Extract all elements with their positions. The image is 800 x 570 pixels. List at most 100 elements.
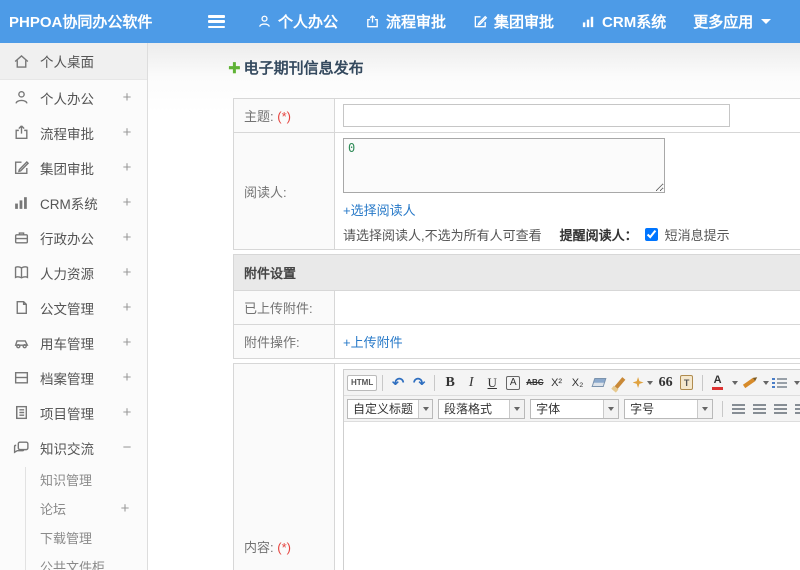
car-icon	[13, 334, 30, 351]
chevron-down-icon[interactable]	[793, 380, 800, 385]
select-label: 字体	[536, 402, 561, 416]
content-label: 内容:	[244, 539, 274, 555]
sidebar-item-label: 档案管理	[40, 371, 94, 387]
sidebar-item-workflow-approval[interactable]: 流程审批 +	[0, 115, 147, 150]
select-dropdown-button[interactable]	[603, 399, 619, 418]
custom-title-select[interactable]: 自定义标题	[347, 398, 433, 419]
ordered-list-icon[interactable]	[770, 373, 790, 393]
expand-plus-icon[interactable]: +	[121, 194, 133, 211]
chevron-down-icon[interactable]	[731, 380, 738, 385]
collapse-minus-icon[interactable]: −	[121, 439, 133, 456]
sidebar-item-vehicle-management[interactable]: 用车管理 +	[0, 325, 147, 360]
font-size-select[interactable]: 字号	[624, 398, 714, 419]
subscript-button[interactable]: X₂	[568, 373, 588, 393]
sidebar-item-personal-office[interactable]: 个人办公 +	[0, 80, 147, 115]
align-center-icon[interactable]	[749, 399, 769, 419]
content-table: 内容: (*) HTML ↶ ↷ B I U A ABC X² X₂ 66 T …	[233, 363, 800, 570]
superscript-button[interactable]: X²	[547, 373, 567, 393]
sidebar-subitem-download-management[interactable]: 下载管理	[0, 523, 147, 552]
sms-reminder-checkbox[interactable]	[644, 228, 658, 241]
bar-chart-icon	[581, 14, 596, 29]
html-source-button[interactable]: HTML	[347, 374, 378, 391]
format-brush-icon[interactable]	[610, 373, 630, 393]
sidebar-item-project-management[interactable]: 项目管理 +	[0, 395, 147, 430]
align-left-icon[interactable]	[728, 399, 748, 419]
expand-plus-icon[interactable]: +	[121, 369, 133, 386]
menu-toggle-icon[interactable]	[208, 15, 225, 28]
select-readers-link[interactable]: +选择阅读人	[343, 203, 416, 218]
sidebar-item-crm-system[interactable]: CRM系统 +	[0, 185, 147, 220]
sidebar-subitem-knowledge-management[interactable]: 知识管理	[0, 465, 147, 494]
select-label: 自定义标题	[353, 402, 414, 416]
briefcase-icon	[13, 229, 30, 246]
select-dropdown-button[interactable]	[697, 399, 713, 418]
strikethrough-button[interactable]: ABC	[524, 373, 545, 393]
undo-icon[interactable]: ↶	[388, 373, 408, 393]
attachment-ops-row: 附件操作: +上传附件	[233, 324, 800, 359]
readers-textarea[interactable]: 0	[343, 138, 665, 193]
topnav-label: 流程审批	[386, 14, 447, 31]
sidebar-item-archive-management[interactable]: 档案管理 +	[0, 360, 147, 395]
bar-chart-icon	[13, 194, 30, 211]
expand-plus-icon[interactable]: +	[121, 159, 133, 176]
font-family-select[interactable]: 字体	[530, 398, 620, 419]
attachment-section-header: 附件设置	[233, 254, 800, 291]
sidebar-item-personal-desktop[interactable]: 个人桌面	[0, 43, 147, 80]
subject-label-cell: 主题: (*)	[233, 98, 335, 133]
notebook-icon	[13, 404, 30, 421]
char-border-button[interactable]: A	[506, 375, 521, 390]
topnav-more-apps[interactable]: 更多应用	[693, 11, 772, 32]
expand-plus-icon[interactable]: +	[121, 404, 133, 421]
sms-reminder-label: 短消息提示	[664, 228, 730, 243]
sidebar-item-human-resources[interactable]: 人力资源 +	[0, 255, 147, 290]
align-right-icon[interactable]	[770, 399, 790, 419]
uploaded-attachments-row: 已上传附件:	[233, 290, 800, 325]
uploaded-label-cell: 已上传附件:	[233, 290, 335, 325]
highlight-pen-icon[interactable]	[739, 373, 759, 393]
paragraph-format-select[interactable]: 段落格式	[438, 398, 526, 419]
select-dropdown-button[interactable]	[509, 399, 525, 418]
app-brand: PHPOA协同办公软件	[9, 14, 153, 31]
expand-plus-icon[interactable]: +	[121, 89, 133, 106]
expand-plus-icon[interactable]: +	[119, 500, 131, 517]
sidebar-item-document-management[interactable]: 公文管理 +	[0, 290, 147, 325]
underline-button[interactable]: U	[482, 373, 502, 393]
bold-button[interactable]: B	[440, 373, 460, 393]
upload-attachment-link[interactable]: +上传附件	[343, 335, 403, 350]
sidebar-item-label: 项目管理	[40, 406, 94, 422]
sidebar-item-admin-office[interactable]: 行政办公 +	[0, 220, 147, 255]
sidebar-item-label: 用车管理	[40, 336, 94, 352]
topnav-crm-system[interactable]: CRM系统	[581, 11, 666, 32]
expand-plus-icon[interactable]: +	[121, 229, 133, 246]
italic-button[interactable]: I	[461, 373, 481, 393]
eraser-icon[interactable]	[589, 373, 609, 393]
font-color-button[interactable]: A	[708, 373, 728, 393]
paste-text-icon[interactable]: T	[680, 375, 694, 390]
editor-content-area[interactable]	[344, 422, 800, 570]
sidebar-item-label: 流程审批	[40, 126, 94, 142]
auto-typeset-icon[interactable]	[631, 373, 655, 393]
app-window: PHPOA协同办公软件 个人办公 流程审批 集团审批 CRM系统 更多应用 个人…	[0, 0, 800, 570]
sidebar-item-label: 集团审批	[40, 161, 94, 177]
remind-readers-label: 提醒阅读人：	[559, 228, 638, 243]
select-dropdown-button[interactable]	[418, 399, 432, 418]
topnav-workflow-approval[interactable]: 流程审批	[365, 11, 446, 32]
expand-plus-icon[interactable]: +	[121, 264, 133, 281]
align-justify-icon[interactable]	[791, 399, 800, 419]
blockquote-button[interactable]: 66	[656, 373, 676, 393]
select-label: 段落格式	[444, 402, 493, 416]
sidebar-item-label: 知识交流	[40, 441, 94, 457]
topnav-group-approval[interactable]: 集团审批	[473, 11, 554, 32]
expand-plus-icon[interactable]: +	[121, 124, 133, 141]
redo-icon[interactable]: ↷	[409, 373, 429, 393]
sidebar-item-group-approval[interactable]: 集团审批 +	[0, 150, 147, 185]
expand-plus-icon[interactable]: +	[121, 299, 133, 316]
subject-input[interactable]	[343, 104, 730, 127]
sidebar-item-knowledge-exchange[interactable]: 知识交流 −	[0, 430, 147, 465]
chevron-down-icon[interactable]	[762, 380, 769, 385]
sidebar-subitem-public-file-cabinet[interactable]: 公共文件柜	[0, 552, 147, 570]
expand-plus-icon[interactable]: +	[121, 334, 133, 351]
topnav-personal-office[interactable]: 个人办公	[257, 11, 338, 32]
attachment-table: 附件设置 已上传附件: 附件操作: +上传附件	[233, 254, 800, 359]
sidebar-subitem-forum[interactable]: 论坛 +	[0, 494, 147, 523]
